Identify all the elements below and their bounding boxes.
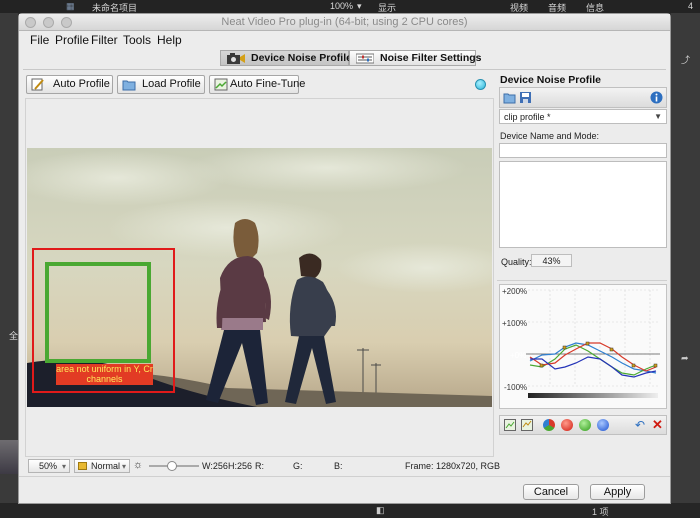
brightness-icon[interactable]: ☼ [133, 459, 143, 471]
menu-profile[interactable]: Profile [55, 33, 89, 47]
pixel-g: G: [293, 461, 303, 471]
graph-label-plus200: +200% [502, 287, 528, 296]
auto-profile-label: Auto Profile [53, 78, 110, 90]
graph-label-minus100: -100% [504, 383, 528, 392]
slider-handle[interactable] [167, 461, 177, 471]
graph-label-zero: +0% [510, 351, 527, 360]
chevron-down-icon: ▾ [121, 462, 126, 471]
device-name-field[interactable] [499, 143, 667, 158]
profile-panel: Device Noise Profile clip profile * ▼ De… [497, 72, 667, 439]
host-zoom[interactable]: 100% [330, 1, 353, 11]
divider [23, 69, 666, 70]
menu-bar: File Profile Filter Tools Help [19, 31, 670, 50]
tab-label: Noise Filter Settings [380, 52, 482, 64]
host-grid-icon: ▦ [66, 1, 75, 11]
panel-toolbar [499, 87, 667, 108]
cancel-button[interactable]: Cancel [523, 484, 579, 500]
green-channel-button[interactable] [579, 419, 591, 431]
selection-area[interactable] [45, 262, 151, 363]
graph-label-plus100: +100% [502, 319, 528, 328]
sliders-icon [356, 53, 374, 64]
info-icon[interactable] [650, 91, 663, 104]
status-indicator [475, 79, 486, 90]
host-zoom-arrow-icon[interactable]: ▾ [357, 1, 362, 12]
undo-icon[interactable]: ↶ [635, 418, 645, 432]
close-icon[interactable]: ✕ [652, 417, 663, 433]
neat-video-window: Neat Video Pro plug-in (64-bit; using 2 … [18, 13, 671, 504]
menu-tools[interactable]: Tools [123, 33, 151, 47]
host-right-strip: ⤴ ➦ [671, 13, 700, 518]
divider [497, 280, 667, 281]
zoom-select[interactable]: 50% ▾ [28, 459, 70, 473]
tab-noise-filter-settings[interactable]: Noise Filter Settings [349, 50, 482, 66]
apply-button[interactable]: Apply [590, 484, 645, 500]
folder-icon [122, 80, 136, 91]
chevron-down-icon: ▾ [61, 462, 66, 471]
channel-toolbar: ↶ ✕ [499, 415, 667, 435]
auto-profile-button[interactable]: Auto Profile [26, 75, 113, 94]
host-left-text: 全 [9, 331, 19, 341]
tab-device-noise-profile[interactable]: Device Noise Profile [220, 50, 352, 66]
wand-icon [31, 78, 44, 91]
panel-title: Device Noise Profile [500, 74, 601, 86]
graph-detail-icon[interactable] [521, 419, 533, 431]
camera-icon [227, 53, 245, 64]
menu-filter[interactable]: Filter [91, 33, 118, 47]
tab-label: Device Noise Profile [251, 52, 352, 64]
auto-fine-tune-label: Auto Fine-Tune [230, 78, 306, 90]
blue-channel-button[interactable] [597, 419, 609, 431]
menu-help[interactable]: Help [157, 33, 182, 47]
host-share-icon[interactable]: ⤴ [681, 53, 690, 66]
divider [19, 476, 670, 477]
host-bottom-bar: ◧ 1 项 [0, 503, 700, 518]
title-bar[interactable]: Neat Video Pro plug-in (64-bit; using 2 … [19, 14, 670, 31]
host-time: 4 [688, 1, 694, 11]
host-thumbnail[interactable] [0, 440, 18, 474]
auto-fine-tune-button[interactable]: Auto Fine-Tune [209, 75, 305, 94]
all-channels-button[interactable] [543, 419, 555, 431]
mode-icon [78, 462, 87, 470]
profile-info-box [499, 161, 667, 248]
quality-label: Quality: [501, 257, 532, 267]
save-icon[interactable] [519, 91, 532, 104]
host-top-bar: ▦ 未命名项目 100% ▾ 显示 视频 音频 信息 4 [0, 0, 700, 13]
warning-annotation: area not uniform in Y, Cr channels [56, 364, 153, 385]
menu-file[interactable]: File [30, 33, 49, 47]
host-arrow-icon[interactable]: ➦ [681, 353, 689, 364]
device-name-label: Device Name and Mode: [500, 131, 600, 141]
zoom-value: 50% [39, 461, 58, 471]
viewer-status-bar: 50% ▾ Normal ▾ ☼ W:256 H:256 R: G: B: Fr… [25, 458, 500, 474]
profile-select-value: clip profile * [504, 112, 551, 122]
view-mode-select[interactable]: Normal ▾ [74, 459, 130, 473]
noise-graph: +200% +100% +0% -100% [499, 284, 667, 409]
window-title: Neat Video Pro plug-in (64-bit; using 2 … [221, 16, 468, 28]
open-icon[interactable] [503, 91, 516, 104]
quality-value: 43% [531, 254, 572, 267]
image-tune-icon [214, 78, 228, 91]
profile-select[interactable]: clip profile * ▼ [499, 109, 667, 124]
view-mode-value: Normal [91, 461, 121, 471]
load-profile-label: Load Profile [142, 78, 201, 90]
frame-info: Frame: 1280x720, RGB [405, 461, 501, 471]
host-play-icon[interactable]: ◧ [376, 505, 385, 516]
pixel-b: B: [334, 461, 343, 471]
selection-width: W:256 [202, 461, 228, 471]
host-item-count: 1 项 [592, 507, 609, 517]
selection-height: H:256 [228, 461, 253, 471]
graph-view-icon[interactable] [504, 419, 516, 431]
pixel-r: R: [255, 461, 264, 471]
red-channel-button[interactable] [561, 419, 573, 431]
chevron-down-icon: ▼ [654, 112, 662, 121]
load-profile-button[interactable]: Load Profile [117, 75, 205, 94]
brightness-slider[interactable] [149, 461, 199, 471]
